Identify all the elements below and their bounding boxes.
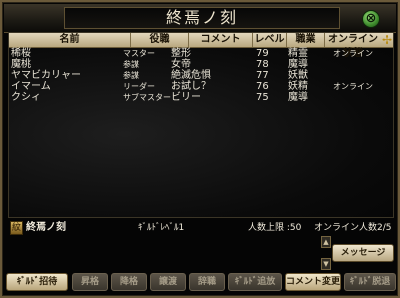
member-level: 75: [256, 92, 269, 103]
close-icon[interactable]: ⊗: [362, 10, 380, 28]
member-name: イマーム: [11, 81, 51, 92]
member-status: オンライン: [333, 49, 373, 58]
member-level: 77: [256, 70, 269, 81]
member-role: 参謀: [123, 60, 139, 69]
member-list[interactable]: 名前 役職 コメント レベル 職業 オンライン状態 ✢ 稀桜 マスター 整形 7…: [8, 32, 394, 218]
transfer-button[interactable]: 譲渡: [150, 273, 186, 291]
guild-name: 終焉ノ刻: [26, 222, 66, 233]
column-header-name[interactable]: 名前: [9, 33, 131, 47]
title-plate: 終焉ノ刻: [64, 7, 340, 29]
title-bar[interactable]: 終焉ノ刻 ⊗: [4, 4, 396, 33]
table-row[interactable]: ヤマビカリャー 参謀 絶滅危惧 77 妖獣: [9, 70, 393, 81]
member-level: 79: [256, 48, 269, 59]
window-title: 終焉ノ刻: [165, 8, 238, 27]
member-name: ヤマビカリャー: [11, 70, 81, 81]
online-count: オンライン人数2/5: [314, 223, 392, 233]
member-level: 76: [256, 81, 269, 92]
column-header-job[interactable]: 職業: [287, 33, 325, 47]
guild-emblem-icon: 紋: [10, 221, 23, 235]
member-limit: 人数上限 :50: [248, 223, 302, 233]
edit-comment-button[interactable]: コメント変更: [285, 273, 341, 291]
column-header-level[interactable]: レベル: [253, 33, 287, 47]
member-job: 魔導: [288, 59, 308, 70]
member-name: 魔桃: [11, 59, 31, 70]
member-role: マスター: [123, 49, 155, 58]
member-status: オンライン: [333, 82, 373, 91]
message-button[interactable]: メッセージ: [332, 244, 394, 262]
table-row[interactable]: 稀桜 マスター 整形 79 精霊 オンライン: [9, 48, 393, 59]
member-job: 精霊: [288, 48, 308, 59]
guild-info-bar: 紋 終焉ノ刻 ｷﾞﾙﾄﾞﾚﾍﾞﾙ1 人数上限 :50 オンライン人数2/5: [8, 220, 394, 236]
member-role: サブマスター: [123, 93, 171, 102]
member-name: クシィ: [11, 92, 41, 103]
member-comment: お試し？: [171, 81, 211, 92]
sort-icon[interactable]: ✢: [381, 33, 393, 47]
table-row[interactable]: クシィ サブマスター ビリー 75 魔導: [9, 92, 393, 103]
member-role: 参謀: [123, 71, 139, 80]
guild-level: ｷﾞﾙﾄﾞﾚﾍﾞﾙ1: [138, 223, 185, 233]
member-name: 稀桜: [11, 48, 31, 59]
guild-window: 終焉ノ刻 ⊗ 名前 役職 コメント レベル 職業 オンライン状態 ✢ 稀桜 マス…: [0, 0, 400, 298]
column-header-role[interactable]: 役職: [131, 33, 189, 47]
action-button-row: ｷﾞﾙﾄﾞ招待 昇格 降格 譲渡 辞職 ｷﾞﾙﾄﾞ追放 コメント変更 ｷﾞﾙﾄﾞ…: [6, 273, 398, 293]
arrow-up-icon[interactable]: ▲: [321, 236, 331, 248]
column-header-comment[interactable]: コメント: [189, 33, 253, 47]
member-comment: 整形: [171, 48, 191, 59]
member-comment: 絶滅危惧: [171, 70, 211, 81]
promote-button[interactable]: 昇格: [72, 273, 108, 291]
member-comment: ビリー: [171, 92, 201, 103]
arrow-down-icon[interactable]: ▼: [321, 258, 331, 270]
member-list-header: 名前 役職 コメント レベル 職業 オンライン状態 ✢: [9, 33, 393, 59]
member-job: 妖獣: [288, 70, 308, 81]
invite-button[interactable]: ｷﾞﾙﾄﾞ招待: [6, 273, 68, 291]
member-job: 魔導: [288, 92, 308, 103]
table-row[interactable]: イマーム リーダー お試し？ 76 妖精 オンライン: [9, 81, 393, 92]
leave-guild-button[interactable]: ｷﾞﾙﾄﾞ脱退: [344, 273, 396, 291]
demote-button[interactable]: 降格: [111, 273, 147, 291]
expel-button[interactable]: ｷﾞﾙﾄﾞ追放: [228, 273, 282, 291]
column-header-status[interactable]: オンライン状態: [325, 33, 381, 59]
member-role: リーダー: [123, 82, 155, 91]
member-comment: 女帝: [171, 59, 191, 70]
table-row[interactable]: 魔桃 参謀 女帝 78 魔導: [9, 59, 393, 70]
resign-button[interactable]: 辞職: [189, 273, 225, 291]
member-job: 妖精: [288, 81, 308, 92]
member-level: 78: [256, 59, 269, 70]
